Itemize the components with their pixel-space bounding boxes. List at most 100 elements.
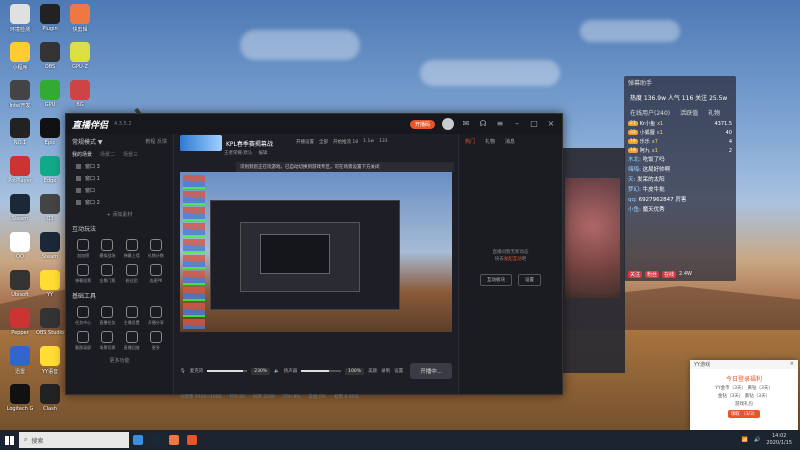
- desktop-icon[interactable]: Logitech G: [5, 384, 35, 412]
- clock[interactable]: 14:02 2020/1/15: [766, 433, 792, 447]
- desktop-icon[interactable]: GPU-Z: [65, 42, 95, 70]
- login-reward-notification[interactable]: YY游戏 × 今日登录福利 YY金币（3天） 黄钻（3天） 金钻（3天） 紫钻（3…: [690, 360, 798, 432]
- desktop-icon[interactable]: YY: [35, 270, 65, 298]
- background-window[interactable]: [555, 148, 625, 373]
- mic-icon[interactable]: 🎙: [180, 369, 186, 374]
- minimize-icon[interactable]: –: [512, 119, 522, 129]
- mic-slider[interactable]: [207, 370, 248, 372]
- tool-item[interactable]: 直播回放: [121, 331, 143, 351]
- mode-selector[interactable]: 常规模式 ▼: [72, 137, 103, 146]
- mode-links[interactable]: 教程 反馈: [145, 138, 167, 145]
- chat-user[interactable]: 嗨嗨: [628, 167, 639, 173]
- stat-settings[interactable]: 开播设置: [296, 139, 314, 145]
- desktop-icon[interactable]: 环境检测: [5, 4, 35, 33]
- tool-item[interactable]: 主播设置: [121, 306, 143, 326]
- live-code-button[interactable]: 开播码: [409, 119, 435, 129]
- stream-cover[interactable]: [180, 135, 222, 151]
- stream-preview[interactable]: [180, 172, 452, 332]
- tool-item[interactable]: 粉丝团: [121, 264, 143, 284]
- add-source-button[interactable]: + 添加素材: [66, 211, 173, 218]
- tool-item[interactable]: 更多: [145, 331, 167, 351]
- headset-icon[interactable]: ☊: [478, 119, 488, 129]
- desktop-icon[interactable]: GPU: [35, 80, 65, 108]
- desktop-icon[interactable]: Edge: [35, 156, 65, 184]
- gift-user[interactable]: Kr小鱼: [640, 120, 655, 127]
- gift-user[interactable]: 乐乐: [640, 138, 650, 145]
- danmaku-overlay[interactable]: 弹幕助手 热度 136.9w 人气 116 关注 25.5w 在线用户(240)…: [624, 76, 736, 281]
- chat-user[interactable]: 小鱼: [628, 207, 639, 213]
- tool-item[interactable]: 弹幕上墙: [121, 239, 143, 259]
- chat-user[interactable]: 木北: [628, 157, 639, 163]
- tool-item[interactable]: 全景门票: [96, 264, 118, 284]
- fans-badge[interactable]: 粉丝: [645, 271, 660, 278]
- desktop-icon[interactable]: PotPlayer: [5, 156, 35, 184]
- gift-user[interactable]: 阿九: [640, 147, 650, 154]
- start-button[interactable]: [0, 430, 18, 450]
- desktop-icon[interactable]: YY语音: [35, 346, 65, 375]
- tool-item[interactable]: 直播任务: [96, 306, 118, 326]
- chat-user[interactable]: 天: [628, 177, 634, 183]
- claim-button[interactable]: 领取 （3/3）: [728, 410, 760, 418]
- live-companion-window[interactable]: 直播伴侣 4.3.5.2 开播码 ✉ ☊ ≡ – □ × 常规模式 ▼ 教程 反…: [65, 113, 563, 400]
- taskbar-app[interactable]: [183, 430, 201, 450]
- desktop-icon[interactable]: Steam: [5, 194, 35, 222]
- follow-badge[interactable]: 关注: [628, 271, 643, 278]
- tab-scene-1[interactable]: 我的场景: [72, 151, 92, 158]
- tool-item[interactable]: 加加榜: [72, 239, 94, 259]
- tab-scene-3[interactable]: 场景三: [123, 151, 138, 158]
- tool-item[interactable]: 任务中心: [72, 306, 94, 326]
- desktop-icon[interactable]: Q3: [35, 194, 65, 222]
- start-interaction-link[interactable]: 发起互动: [504, 257, 522, 262]
- chat-user[interactable]: 梦幻: [628, 187, 639, 193]
- tab-message[interactable]: 消息: [505, 138, 515, 145]
- gift-user[interactable]: 小狐狸: [640, 129, 655, 136]
- desktop-icon[interactable]: Epic: [35, 118, 65, 146]
- tab-active[interactable]: 活跃值: [680, 108, 698, 117]
- desktop-icon[interactable]: NO.1: [5, 118, 35, 146]
- title-bar[interactable]: 直播伴侣 4.3.5.2 开播码 ✉ ☊ ≡ – □ ×: [66, 114, 562, 134]
- desktop-icon[interactable]: Steam: [35, 232, 65, 260]
- maximize-icon[interactable]: □: [529, 119, 539, 129]
- desktop-icon[interactable]: Intel开发: [5, 80, 35, 109]
- close-icon[interactable]: ×: [546, 119, 556, 129]
- beauty-button[interactable]: 美颜: [368, 368, 377, 374]
- stream-category[interactable]: 王者荣耀·默认: [224, 150, 252, 156]
- network-icon[interactable]: 📶: [742, 437, 748, 443]
- scene-item[interactable]: 窗口: [66, 184, 173, 196]
- close-icon[interactable]: ×: [790, 361, 794, 368]
- tab-gifts[interactable]: 礼物: [708, 108, 720, 117]
- volume-icon[interactable]: 🔊: [754, 437, 760, 443]
- tool-item[interactable]: 截图录屏: [72, 331, 94, 351]
- scene-item[interactable]: 窗口 1: [66, 172, 173, 184]
- tab-hot[interactable]: 热门: [465, 138, 475, 145]
- desktop-icon[interactable]: BG: [65, 80, 95, 108]
- chat-user[interactable]: qq: [628, 197, 635, 203]
- desktop-icon[interactable]: Clash: [35, 384, 65, 412]
- desktop-icon[interactable]: Ubisoft: [5, 270, 35, 298]
- speaker-slider[interactable]: [301, 370, 342, 372]
- tab-scene-2[interactable]: 场景二: [100, 151, 115, 158]
- tool-item[interactable]: 连麦PK: [145, 264, 167, 284]
- right-settings-button[interactable]: 设置: [518, 274, 541, 286]
- interact-board-button[interactable]: 互动板块: [480, 274, 512, 286]
- stat-all[interactable]: 全部: [319, 139, 328, 145]
- user-avatar[interactable]: [442, 118, 454, 130]
- tool-item[interactable]: 开播分享: [145, 306, 167, 326]
- live-button[interactable]: 开播中...: [410, 363, 452, 379]
- scene-item[interactable]: 窗口 2: [66, 196, 173, 208]
- record-button[interactable]: 录制: [381, 368, 390, 374]
- tool-item[interactable]: 模拟战场: [96, 239, 118, 259]
- tool-item[interactable]: 礼物计数: [145, 239, 167, 259]
- mail-icon[interactable]: ✉: [461, 119, 471, 129]
- more-features-button[interactable]: 更多功能: [66, 357, 173, 364]
- desktop-icon[interactable]: 快剪辑: [65, 4, 95, 33]
- tool-item[interactable]: 弹幕投票: [72, 264, 94, 284]
- desktop-icon[interactable]: OBS Studio: [35, 308, 65, 336]
- taskbar-search[interactable]: ⌕ 搜索: [19, 432, 129, 448]
- stream-title[interactable]: KPL春季赛揭幕战: [226, 139, 273, 148]
- tab-gift[interactable]: 礼物: [485, 138, 495, 145]
- taskbar-app[interactable]: [129, 430, 147, 450]
- desktop-icon[interactable]: OBS: [35, 42, 65, 70]
- desktop-icon[interactable]: 迅雷: [5, 346, 35, 375]
- taskbar-app[interactable]: [165, 430, 183, 450]
